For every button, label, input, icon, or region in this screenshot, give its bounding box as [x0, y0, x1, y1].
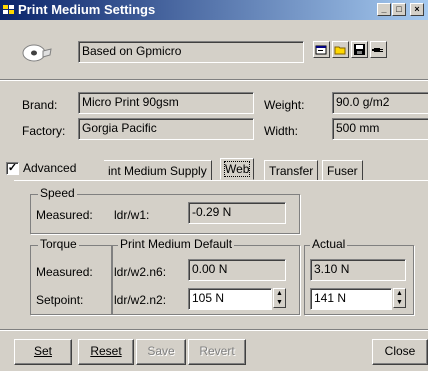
reset-button[interactable]: Reset [78, 339, 134, 365]
speed-measured-field: -0.29 N [188, 202, 286, 224]
tab-transfer[interactable]: Transfer [264, 160, 319, 180]
set-label: Set [33, 344, 52, 358]
speed-measured-label: Measured: [36, 208, 93, 222]
default-setpoint-input[interactable]: 105 N [188, 288, 272, 310]
factory-value: Gorgia Pacific [82, 121, 157, 135]
close-window-button[interactable]: × [410, 3, 424, 16]
tab-web[interactable]: Web [220, 158, 255, 180]
brand-field: Micro Print 90gsm [78, 92, 254, 114]
torque-setpoint-param: ldr/w2.n2: [114, 293, 167, 307]
tab-label: Transfer [269, 164, 314, 178]
close-label: Close [384, 344, 416, 358]
reset-label: Reset [90, 344, 122, 358]
spin-down-icon[interactable]: ▼ [274, 298, 285, 307]
torque-legend: Torque [38, 237, 79, 251]
speed-param-label: ldr/w1: [114, 208, 150, 222]
default-setpoint-stepper[interactable]: ▲ ▼ [273, 288, 286, 308]
open-button[interactable] [332, 41, 349, 58]
media-roll-icon [22, 44, 52, 62]
spin-up-icon[interactable]: ▲ [394, 289, 405, 298]
actual-measured-field: 3.10 N [310, 259, 406, 281]
set-button[interactable]: Set [14, 339, 72, 365]
connect-button[interactable] [370, 41, 387, 58]
actual-setpoint-input[interactable]: 141 N [310, 288, 392, 310]
save-disk-icon [354, 44, 365, 55]
separator [0, 329, 428, 331]
torque-measured-param: ldr/w2.n6: [114, 265, 167, 279]
speed-legend: Speed [38, 186, 77, 200]
advanced-checkbox[interactable]: ✓ [6, 162, 19, 175]
default-measured-field: 0.00 N [188, 259, 286, 281]
save-button[interactable]: Save [136, 339, 186, 365]
torque-measured-label: Measured: [36, 265, 93, 279]
separator [0, 79, 428, 81]
maximize-button[interactable]: □ [392, 3, 406, 16]
tab-label: Fuser [327, 164, 358, 178]
tab-print-medium-supply[interactable]: int Medium Supply [104, 160, 212, 180]
brand-value: Micro Print 90gsm [82, 95, 179, 109]
default-measured-value: 0.00 N [192, 262, 228, 276]
minimize-button[interactable]: _ [377, 3, 391, 16]
width-field: 500 mm [332, 118, 428, 140]
brand-label: Brand: [22, 98, 58, 112]
factory-label: Factory: [22, 124, 66, 138]
width-value: 500 mm [336, 121, 380, 135]
profile-field[interactable]: Based on Gpmicro [78, 41, 304, 63]
tab-fuser[interactable]: Fuser [322, 160, 363, 180]
advanced-label[interactable]: Advanced [23, 161, 76, 175]
revert-label: Revert [199, 344, 235, 358]
default-setpoint-value: 105 N [192, 291, 225, 305]
save-toolbar-button[interactable] [351, 41, 368, 58]
torque-setpoint-label: Setpoint: [36, 293, 84, 307]
close-button[interactable]: Close [372, 339, 428, 365]
actual-measured-value: 3.10 N [314, 262, 350, 276]
weight-field: 90.0 g/m2 [332, 92, 428, 114]
actual-setpoint-value: 141 N [314, 291, 347, 305]
spin-up-icon[interactable]: ▲ [274, 289, 285, 298]
speed-value: -0.29 N [192, 205, 232, 219]
spin-down-icon[interactable]: ▼ [394, 298, 405, 307]
weight-label: Weight: [264, 98, 305, 112]
weight-value: 90.0 g/m2 [336, 95, 390, 109]
save-label: Save [147, 344, 175, 358]
open-folder-icon [334, 46, 346, 55]
factory-field: Gorgia Pacific [78, 118, 254, 140]
revert-button[interactable]: Revert [188, 339, 246, 365]
properties-button[interactable] [313, 41, 330, 58]
title-bar[interactable]: Print Medium Settings _ □ × [0, 0, 428, 20]
tab-label: Web [223, 161, 251, 177]
actual-legend: Actual [310, 237, 348, 251]
default-legend: Print Medium Default [118, 237, 235, 251]
actual-setpoint-stepper[interactable]: ▲ ▼ [393, 288, 406, 308]
profile-value: Based on Gpmicro [82, 44, 182, 58]
width-label: Width: [264, 124, 299, 138]
window-title: Print Medium Settings [18, 2, 156, 17]
tab-label: int Medium Supply [108, 164, 207, 178]
tab-panel-edge [14, 180, 428, 181]
plug-icon [372, 48, 383, 52]
app-icon [3, 5, 14, 14]
properties-icon [315, 45, 327, 55]
